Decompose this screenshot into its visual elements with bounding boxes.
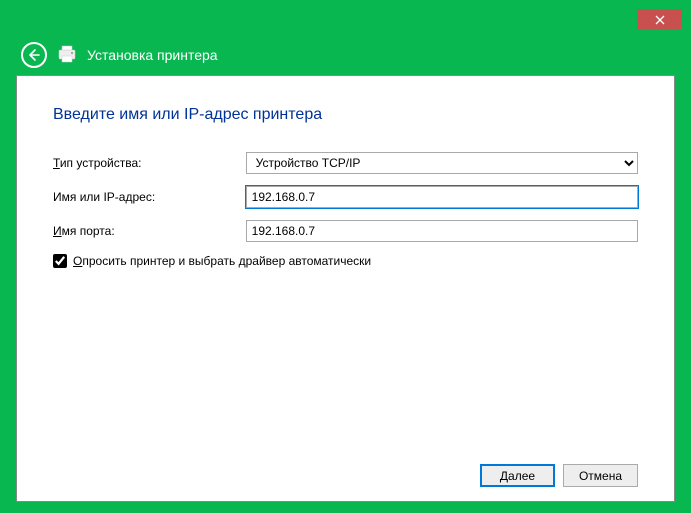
content-area: Введите имя или IP-адрес принтера Тип ус… [16, 75, 675, 502]
device-type-label: Тип устройства: [53, 156, 246, 170]
printer-icon [57, 44, 77, 67]
form: Тип устройства: Устройство TCP/IP Имя ил… [53, 152, 638, 454]
arrow-left-icon [27, 48, 41, 62]
hostname-input[interactable] [246, 186, 638, 208]
hostname-label: Имя или IP-адрес: [53, 190, 246, 204]
autodetect-label: Опросить принтер и выбрать драйвер автом… [73, 254, 371, 268]
autodetect-row: Опросить принтер и выбрать драйвер автом… [53, 254, 638, 268]
hostname-row: Имя или IP-адрес: [53, 186, 638, 208]
wizard-window: Установка принтера Введите имя или IP-ад… [9, 9, 682, 508]
portname-label: Имя порта: [53, 224, 246, 238]
cancel-button[interactable]: Отмена [563, 464, 638, 487]
window-title: Установка принтера [87, 47, 218, 63]
titlebar: Установка принтера [9, 35, 218, 75]
back-button[interactable] [21, 42, 47, 68]
portname-input[interactable] [246, 220, 638, 242]
footer: Далее Отмена [53, 454, 638, 487]
page-heading: Введите имя или IP-адрес принтера [53, 106, 638, 124]
next-button[interactable]: Далее [480, 464, 555, 487]
device-type-select[interactable]: Устройство TCP/IP [246, 152, 638, 174]
autodetect-checkbox[interactable] [53, 254, 67, 268]
portname-row: Имя порта: [53, 220, 638, 242]
close-button[interactable] [637, 9, 682, 30]
device-type-row: Тип устройства: Устройство TCP/IP [53, 152, 638, 174]
close-icon [655, 15, 665, 25]
